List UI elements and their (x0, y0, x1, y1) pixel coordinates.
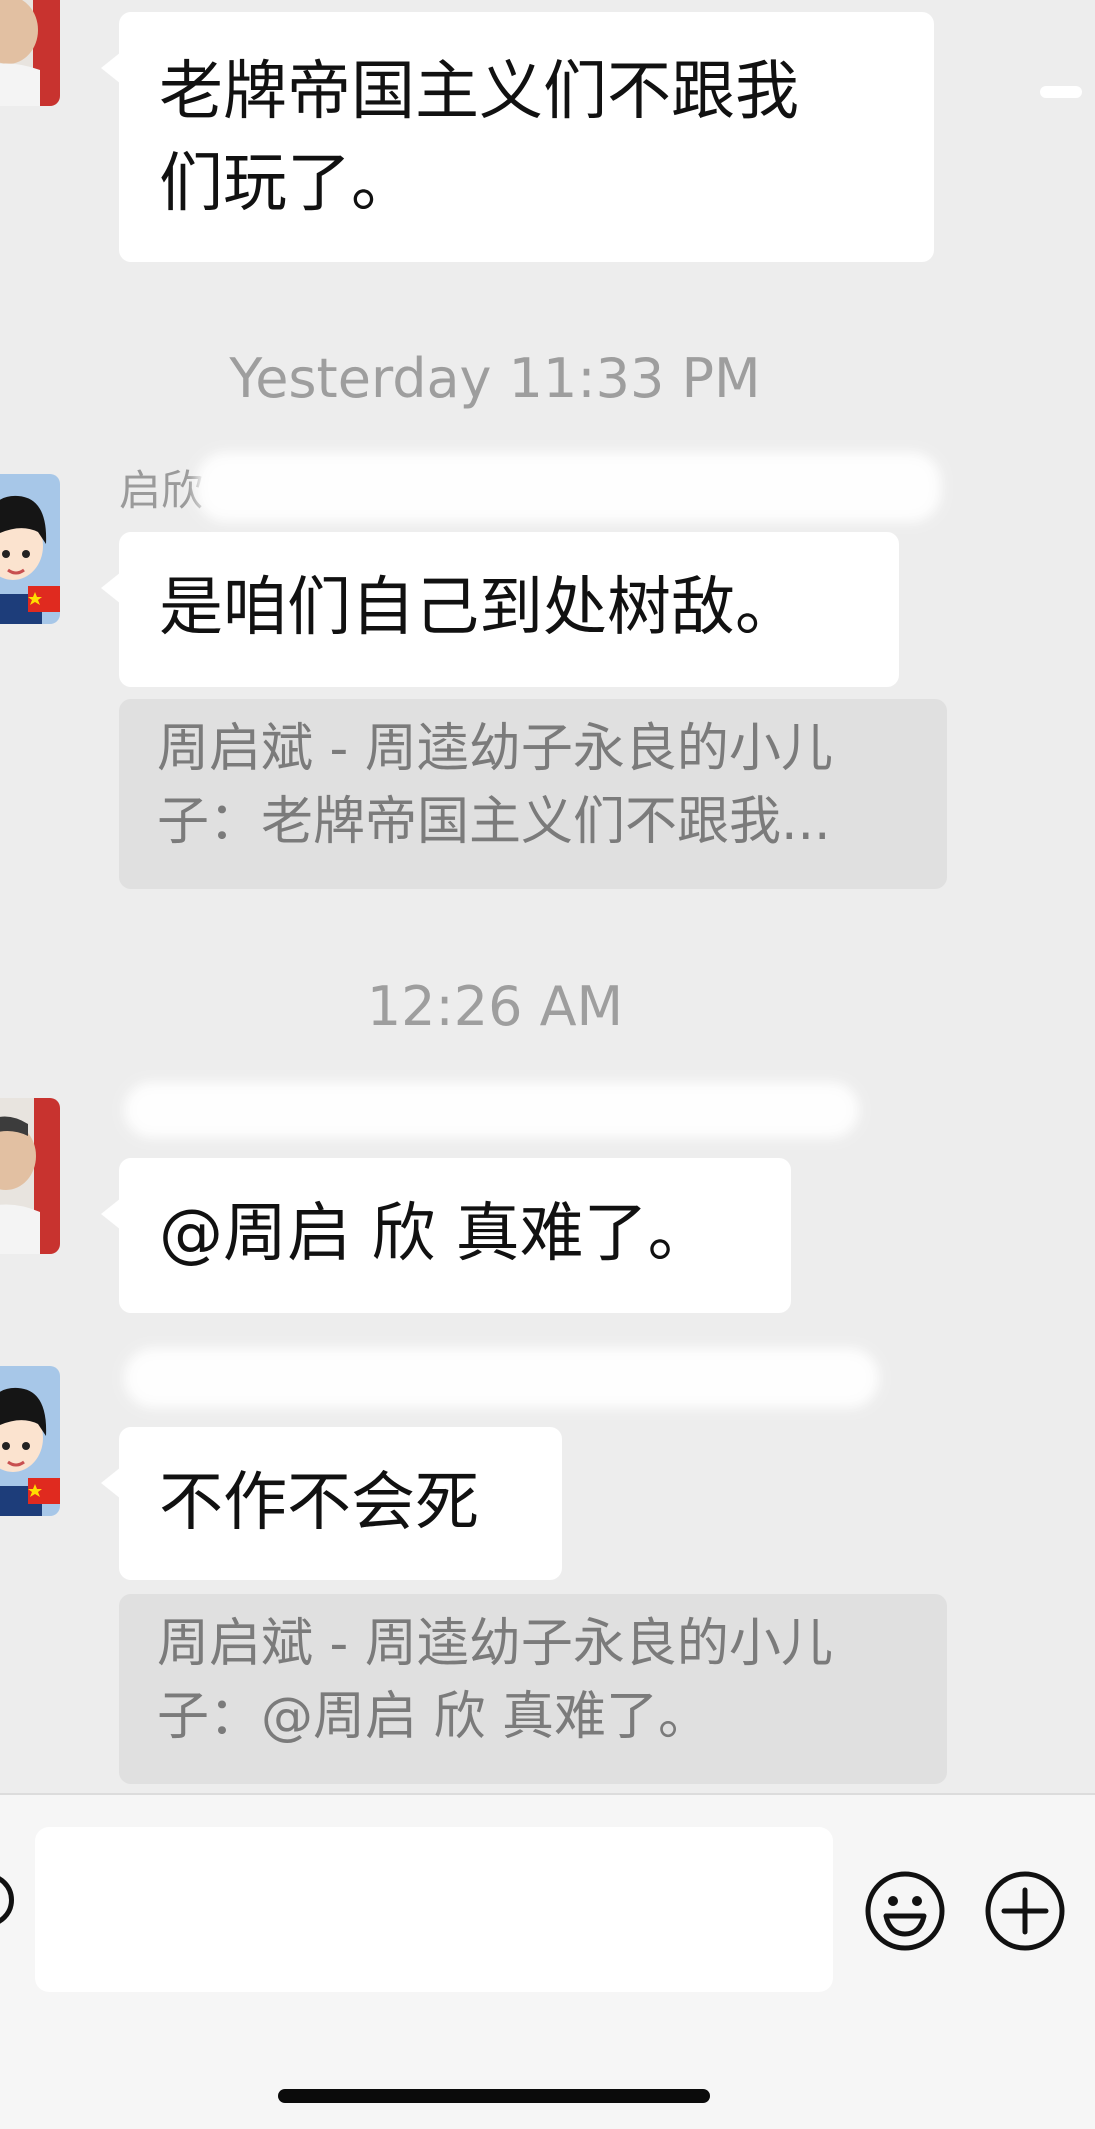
timestamp: Yesterday 11:33 PM (229, 347, 761, 410)
message-bubble[interactable]: 老牌帝国主义们不跟我 们玩了。 (101, 12, 934, 262)
emoji-icon[interactable] (864, 1870, 946, 1952)
quoted-reply[interactable]: 周启斌 - 周逵幼子永良的小儿子：老牌帝国主义们不跟我... (119, 699, 947, 889)
quoted-text: 周启斌 - 周逵幼子永良的小儿子：@周启 欣 真难了。 (157, 1614, 833, 1747)
message-text: 不作不会死 (159, 1466, 479, 1540)
quoted-text: 周启斌 - 周逵幼子永良的小儿子：老牌帝国主义们不跟我... (157, 719, 833, 852)
home-indicator (278, 2089, 710, 2103)
message-bubble[interactable]: 是咱们自己到处树敌。 (101, 532, 899, 687)
timestamp: 12:26 AM (366, 975, 624, 1038)
redacted-name (196, 452, 941, 522)
message-bubble[interactable]: 不作不会死 (101, 1427, 562, 1580)
plus-icon[interactable] (984, 1870, 1066, 1952)
voice-icon[interactable] (0, 1873, 14, 1927)
sender-name: 启欣 (119, 466, 204, 515)
avatar-cartoon[interactable] (0, 474, 60, 624)
message-text: 老牌帝国主义们不跟我 们玩了。 (159, 55, 799, 221)
input-bar (0, 1793, 1095, 2129)
avatar-man[interactable] (0, 1098, 60, 1254)
message-text: 是咱们自己到处树敌。 (159, 571, 799, 645)
status-indicator (1040, 86, 1082, 98)
redacted-name (124, 1348, 879, 1408)
quoted-reply[interactable]: 周启斌 - 周逵幼子永良的小儿子：@周启 欣 真难了。 (119, 1594, 947, 1784)
message-input[interactable] (35, 1827, 833, 1992)
avatar-cartoon[interactable] (0, 1366, 60, 1516)
avatar-man[interactable] (0, 0, 60, 106)
redacted-name (124, 1082, 859, 1138)
message-text: @周启 欣 真难了。 (159, 1197, 712, 1271)
message-bubble[interactable]: @周启 欣 真难了。 (101, 1158, 791, 1313)
